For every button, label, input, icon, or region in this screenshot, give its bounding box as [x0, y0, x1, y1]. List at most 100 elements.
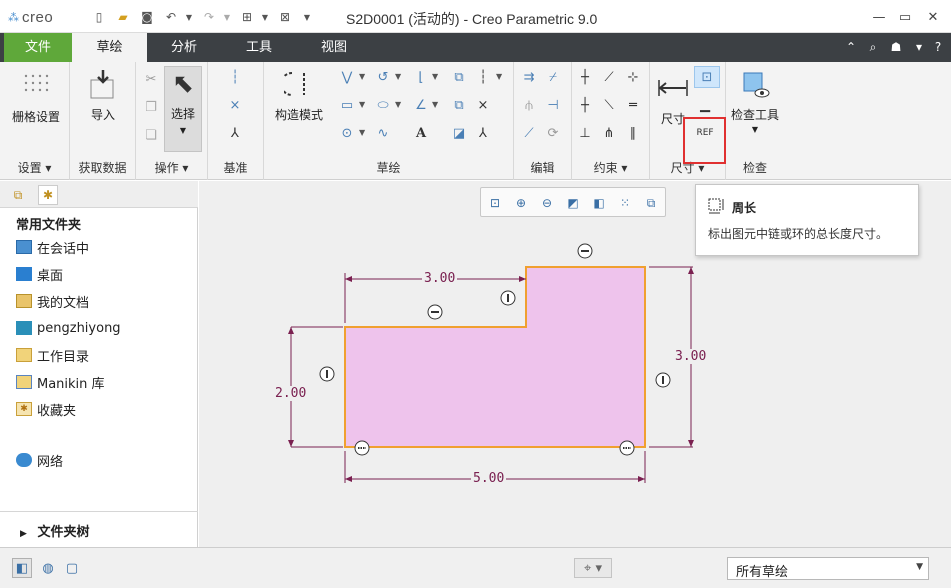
symmetric-constraint-icon[interactable]: ⋔ — [600, 124, 618, 142]
toggle-browser-icon[interactable]: ◍ — [38, 558, 58, 578]
learning-icon[interactable]: ☗ — [888, 39, 904, 55]
point-icon[interactable]: × — [474, 96, 492, 114]
parallel-constraint-icon[interactable]: ∥ — [624, 124, 642, 142]
cut-icon[interactable]: ✂ — [142, 70, 160, 88]
close-window-icon[interactable]: ⊠ — [276, 8, 294, 26]
nav-item-network[interactable]: 网络 — [16, 450, 63, 470]
text-icon[interactable]: A — [412, 124, 430, 142]
new-file-icon[interactable]: ▯ — [90, 8, 108, 26]
dimension-bottom[interactable]: 5.00 — [471, 471, 507, 486]
fillet-dropdown-icon[interactable]: ▼ — [432, 72, 438, 81]
close-button[interactable]: ✕ — [920, 8, 946, 26]
tab-view[interactable]: 视图 — [297, 33, 371, 62]
minimize-button[interactable]: — — [866, 8, 892, 26]
folder-browser-tab-icon[interactable]: ✱ — [38, 185, 58, 205]
tangent-constraint-icon[interactable]: ⟋ — [600, 68, 618, 86]
perimeter-icon[interactable]: ⊡ — [694, 66, 720, 88]
mirror-icon[interactable]: ⫛ — [520, 96, 538, 114]
regenerate-icon[interactable]: ⊞ — [238, 8, 256, 26]
redo-icon[interactable]: ↷ — [200, 8, 218, 26]
select-button[interactable]: ⬉ 选择 ▼ — [164, 66, 202, 152]
divide-icon[interactable]: ⟋ — [520, 124, 538, 142]
help-dropdown-icon[interactable]: ▾ — [911, 39, 927, 55]
ellipse-icon[interactable]: ⬭ — [374, 96, 392, 114]
model-tree-tab-icon[interactable]: ⧉ — [8, 185, 28, 205]
circle-dropdown-icon[interactable]: ▼ — [359, 128, 365, 137]
maximize-button[interactable]: ▭ — [892, 8, 918, 26]
nav-item-pengzhiyong[interactable]: pengzhiyong — [16, 318, 121, 338]
corner-icon[interactable]: ⊣ — [544, 96, 562, 114]
spline-icon[interactable]: ∿ — [374, 124, 392, 142]
selection-filter-select[interactable]: 所有草绘 ▼ — [727, 557, 929, 580]
display-style-icon[interactable]: ◧ — [591, 195, 607, 211]
fillet-icon[interactable]: ⌊ — [412, 68, 430, 86]
ellipse-dropdown-icon[interactable]: ▼ — [395, 100, 401, 109]
undo-dropdown-icon[interactable]: ▼ — [180, 8, 198, 26]
coordinate-system-sketch-icon[interactable]: ⅄ — [474, 124, 492, 142]
search-icon[interactable]: ⌕ — [865, 39, 881, 55]
sketch-profile[interactable] — [344, 266, 646, 448]
perpendicular-constraint-icon[interactable]: ⊥ — [576, 124, 594, 142]
copy-icon[interactable]: ❐ — [142, 98, 160, 116]
construction-mode-button[interactable]: 构造模式 — [268, 68, 330, 123]
toggle-navigator-icon[interactable]: ◧ — [12, 558, 32, 578]
tab-tools[interactable]: 工具 — [221, 33, 297, 62]
line-icon[interactable]: ⋁ — [338, 68, 356, 86]
delete-segment-icon[interactable]: ⌿ — [544, 68, 562, 86]
help-icon[interactable]: ? — [930, 39, 946, 55]
circle-icon[interactable]: ⊙ — [338, 124, 356, 142]
repaint-icon[interactable]: ◩ — [565, 195, 581, 211]
zoom-fit-icon[interactable]: ⊡ — [487, 195, 503, 211]
modify-icon[interactable]: ⇉ — [520, 68, 538, 86]
rectangle-icon[interactable]: ▭ — [338, 96, 356, 114]
full-screen-icon[interactable]: ▢ — [62, 558, 82, 578]
folder-tree-toggle[interactable]: ▶ 文件夹树 — [0, 511, 198, 547]
grid-settings-button[interactable]: 栅格设置 — [6, 70, 66, 125]
centerline-sketch-icon[interactable]: ┆ — [474, 68, 492, 86]
paste-icon[interactable]: ❏ — [142, 126, 160, 144]
tab-sketch[interactable]: 草绘 — [72, 33, 147, 62]
coincident-constraint-icon[interactable]: ⟍ — [600, 96, 618, 114]
project-icon[interactable]: ◪ — [450, 124, 468, 142]
nav-item-my-documents[interactable]: 我的文档 — [16, 291, 89, 311]
nav-item-desktop[interactable]: 桌面 — [16, 264, 63, 284]
datum-point-icon[interactable]: × — [226, 96, 244, 114]
open-folder-icon[interactable]: ▰ — [114, 8, 132, 26]
import-button[interactable]: 导入 — [78, 68, 128, 123]
find-icon[interactable]: ⌖ ▾ — [574, 558, 612, 578]
collapse-ribbon-icon[interactable]: ⌃ — [843, 39, 859, 55]
rotate-resize-icon[interactable]: ⟳ — [544, 124, 562, 142]
centerline-dropdown-icon[interactable]: ▼ — [496, 72, 502, 81]
zoom-out-icon[interactable]: ⊖ — [539, 195, 555, 211]
equal-constraint-icon[interactable]: ═ — [624, 96, 642, 114]
tab-analysis[interactable]: 分析 — [147, 33, 221, 62]
rectangle-dropdown-icon[interactable]: ▼ — [359, 100, 365, 109]
arc-icon[interactable]: ↺ — [374, 68, 392, 86]
operations-group-label[interactable]: 操作 ▾ — [136, 159, 207, 176]
nav-item-working-directory[interactable]: 工作目录 — [16, 345, 89, 365]
chamfer-dropdown-icon[interactable]: ▼ — [432, 100, 438, 109]
dimension-top[interactable]: 3.00 — [422, 271, 458, 286]
sketch-display-filter-icon[interactable]: ⁙ — [617, 195, 633, 211]
inspect-tool-button[interactable]: 检查工具 ▼ — [726, 68, 784, 134]
nav-item-manikin-library[interactable]: Manikin 库 — [16, 372, 105, 392]
constraints-group-label[interactable]: 约束 ▾ — [572, 159, 649, 176]
offset-icon[interactable]: ⧉ — [450, 68, 468, 86]
regenerate-dropdown-icon[interactable]: ▼ — [256, 8, 274, 26]
tab-file[interactable]: 文件 — [4, 33, 72, 62]
vertical-constraint-icon[interactable]: ┼ — [576, 68, 594, 86]
centerline-icon[interactable]: ┆ — [226, 68, 244, 86]
line-dropdown-icon[interactable]: ▼ — [359, 72, 365, 81]
save-icon[interactable]: ◙ — [138, 8, 156, 26]
customize-quick-access-icon[interactable]: ▼ — [298, 8, 316, 26]
baseline-icon[interactable]: ▁ — [696, 96, 714, 114]
sketch-view-icon[interactable]: ⧉ — [643, 195, 659, 211]
horizontal-constraint-icon[interactable]: ┼ — [576, 96, 594, 114]
zoom-in-icon[interactable]: ⊕ — [513, 195, 529, 211]
settings-group-label[interactable]: 设置 ▾ — [0, 159, 69, 176]
arc-dropdown-icon[interactable]: ▼ — [395, 72, 401, 81]
dimension-left[interactable]: 2.00 — [273, 386, 309, 401]
redo-dropdown-icon[interactable]: ▼ — [218, 8, 236, 26]
thicken-icon[interactable]: ⧉ — [450, 96, 468, 114]
nav-item-in-session[interactable]: 在会话中 — [16, 237, 89, 257]
